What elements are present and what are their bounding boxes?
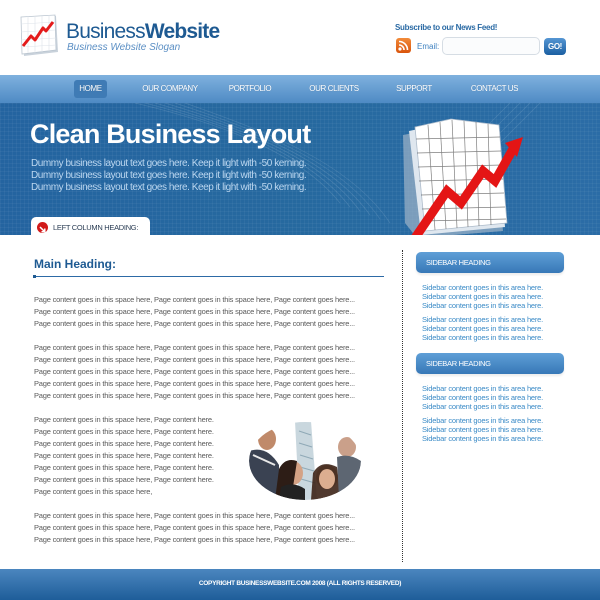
copyright-text: COPYRIGHT BUSINESSWEBSITE.COM 2008 (ALL … xyxy=(198,580,402,587)
content-line: Page content goes in this space here, Pa… xyxy=(34,451,214,460)
nav-item-our-clients[interactable]: OUR CLIENTS xyxy=(305,80,363,98)
content-line: Page content goes in this space here, Pa… xyxy=(34,463,214,472)
content-line: Page content goes in this space here, Pa… xyxy=(34,319,355,328)
content-line: Page content goes in this space here, Pa… xyxy=(34,355,355,364)
left-column-heading: LEFT COLUMN HEADING: xyxy=(53,223,139,232)
content-line: Page content goes in this space here, Pa… xyxy=(34,343,355,352)
content-line: Page content goes in this space here, Pa… xyxy=(34,307,355,316)
content-line: Page content goes in this space here, Pa… xyxy=(34,535,355,544)
heading-divider-bullet xyxy=(33,275,36,278)
growth-chart-graphic xyxy=(403,118,523,235)
sidebar-heading: SIDEBAR HEADING xyxy=(416,252,564,273)
left-column-heading-tab: LEFT COLUMN HEADING: xyxy=(31,217,150,235)
nav-item-home[interactable]: HOME xyxy=(74,80,107,98)
content-line: Page content goes in this space here, Pa… xyxy=(34,439,214,448)
hero-text-line: Dummy business layout text goes here. Ke… xyxy=(31,158,307,169)
people-looking-up-photo xyxy=(249,421,361,500)
sidebar-line: Sidebar content goes in this area here. xyxy=(422,434,544,443)
brand-name-bold: Website xyxy=(144,20,220,43)
content-line: Page content goes in this space here, xyxy=(34,487,153,496)
email-input[interactable] xyxy=(442,37,540,55)
sidebar-heading-label: SIDEBAR HEADING xyxy=(426,359,491,368)
footer: COPYRIGHT BUSINESSWEBSITE.COM 2008 (ALL … xyxy=(0,569,600,600)
heading-divider xyxy=(34,276,384,277)
email-label: Email: xyxy=(417,42,440,51)
hero-banner: Clean Business Layout Dummy business lay… xyxy=(0,103,600,235)
subscribe-title: Subscribe to our News Feed! xyxy=(395,23,498,32)
hero-title: Clean Business Layout xyxy=(30,119,311,149)
content-line: Page content goes in this space here, Pa… xyxy=(34,415,214,424)
brand-name-light: Business xyxy=(66,20,146,43)
content-line: Page content goes in this space here, Pa… xyxy=(34,391,355,400)
brand-slogan: Business Website Slogan xyxy=(67,42,181,53)
nav-item-portfolio[interactable]: PORTFOLIO xyxy=(224,80,276,98)
main-navigation: HOME OUR COMPANY PORTFOLIO OUR CLIENTS S… xyxy=(0,75,600,103)
hero-text-line: Dummy business layout text goes here. Ke… xyxy=(31,182,307,193)
nav-item-our-company[interactable]: OUR COMPANY xyxy=(134,80,206,98)
content-line: Page content goes in this space here, Pa… xyxy=(34,295,355,304)
sidebar-line: Sidebar content goes in this area here. xyxy=(422,402,544,411)
go-button[interactable]: GO! xyxy=(544,38,566,55)
sidebar-line: Sidebar content goes in this area here. xyxy=(422,333,544,342)
brand-name[interactable]: BusinessWebsite xyxy=(66,20,220,44)
content-line: Page content goes in this space here, Pa… xyxy=(34,379,355,388)
column-divider xyxy=(402,250,403,562)
content-line: Page content goes in this space here, Pa… xyxy=(34,523,355,532)
sidebar-heading: SIDEBAR HEADING xyxy=(416,353,564,374)
content-line: Page content goes in this space here, Pa… xyxy=(34,511,355,520)
rss-feed-icon[interactable] xyxy=(396,38,411,53)
main-heading: Main Heading: xyxy=(34,257,117,271)
nav-item-contact-us[interactable]: CONTACT US xyxy=(466,80,523,98)
content-line: Page content goes in this space here, Pa… xyxy=(34,367,355,376)
rising-chart-icon xyxy=(20,14,58,56)
content-line: Page content goes in this space here, Pa… xyxy=(34,427,214,436)
content-line: Page content goes in this space here, Pa… xyxy=(34,475,214,484)
sidebar-heading-label: SIDEBAR HEADING xyxy=(426,258,491,267)
page: BusinessWebsite Business Website Slogan … xyxy=(0,0,600,600)
hero-text-line: Dummy business layout text goes here. Ke… xyxy=(31,170,307,181)
arrow-down-right-icon xyxy=(37,222,48,233)
sidebar-line: Sidebar content goes in this area here. xyxy=(422,301,544,310)
nav-item-support[interactable]: SUPPORT xyxy=(390,80,438,98)
